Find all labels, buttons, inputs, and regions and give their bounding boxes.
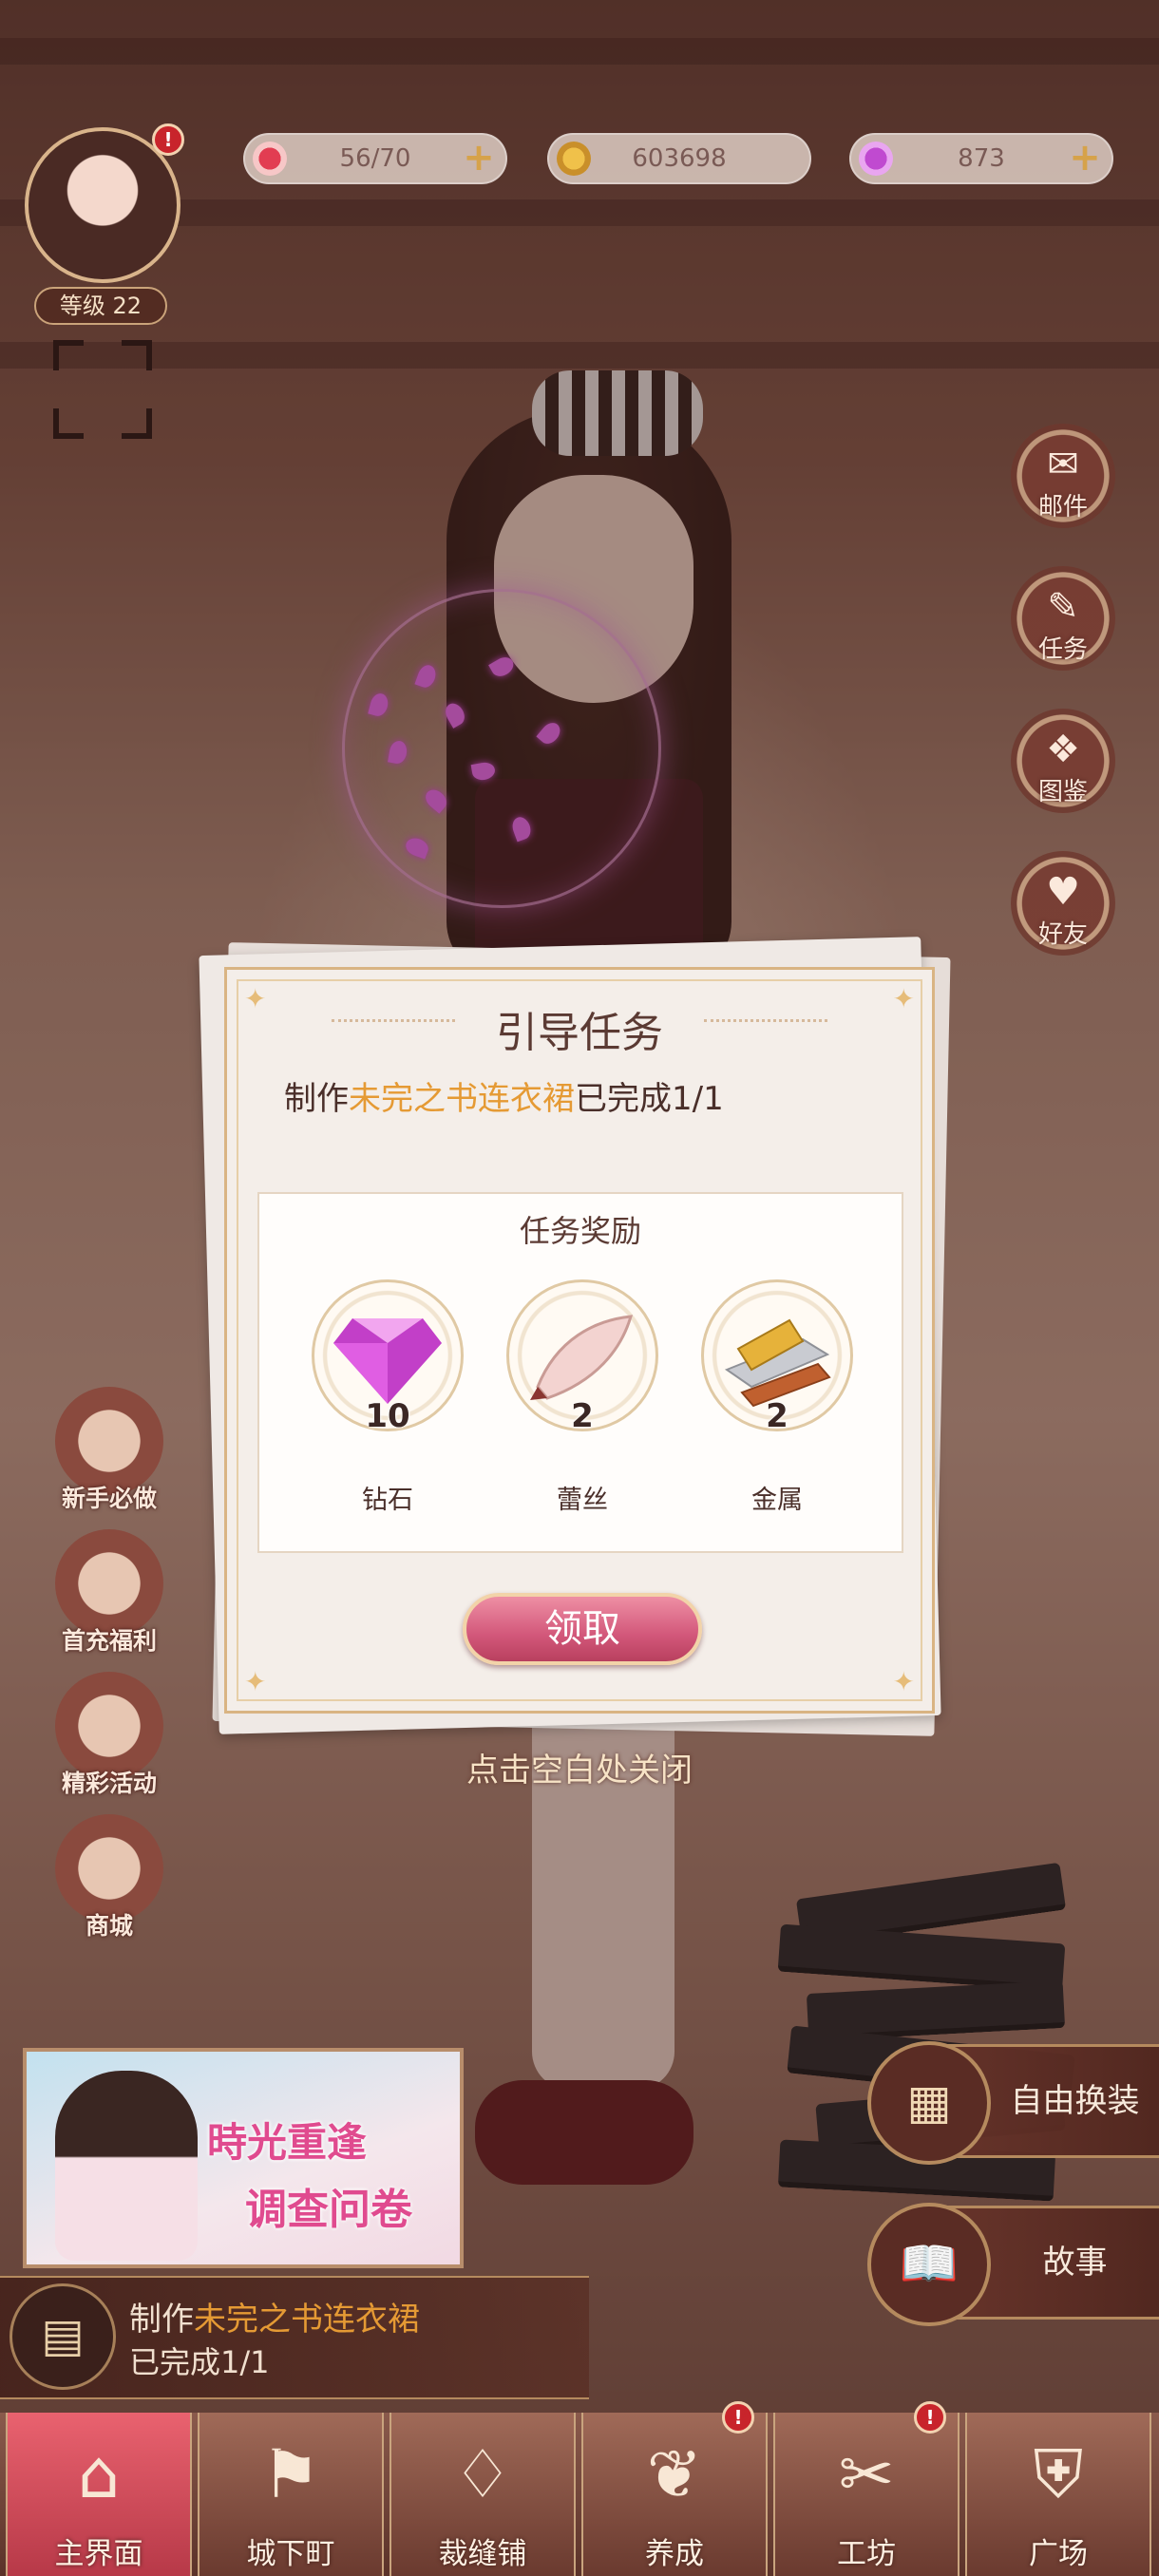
heart-icon (253, 142, 287, 176)
reward-panel: 任务奖励 10 钻石 2 蕾丝 2 金属 (257, 1192, 903, 1553)
reward-item-lace[interactable]: 2 蕾丝 (502, 1279, 663, 1517)
stamina-value: 56/70 (339, 144, 411, 173)
shop-icon (55, 1814, 163, 1923)
stamina-counter[interactable]: 56/70 + (243, 133, 507, 184)
task-item-name: 未完之书连衣裙 (349, 1080, 575, 1118)
beginner-icon (55, 1387, 163, 1495)
gold-counter[interactable]: 603698 (547, 133, 811, 184)
plaza-icon: ⛨ (1033, 2435, 1084, 2513)
growth-icon: ❦ (646, 2435, 703, 2513)
task-book-icon: ▤ (10, 2283, 116, 2390)
nav-plaza-label: 广场 (1029, 2537, 1088, 2571)
home-icon: ⌂ (77, 2435, 121, 2513)
mail-label: 邮件 (1037, 493, 1088, 521)
close-hint[interactable]: 点击空白处关闭 (0, 1744, 1159, 1790)
dialog-title: 引导任务 (496, 1009, 663, 1057)
reward-name: 蕾丝 (557, 1486, 608, 1515)
scan-frame-icon[interactable] (53, 340, 152, 439)
task-bar-title: 制作未完之书连衣裙 (129, 2293, 420, 2339)
banner-subtitle: 调查问卷 (245, 2186, 412, 2234)
nav-workshop[interactable]: ✂ 工坊 (773, 2413, 960, 2576)
shop-button[interactable]: 商城 (48, 1814, 171, 1940)
first-charge-icon (55, 1529, 163, 1638)
reward-count: 2 (571, 1397, 594, 1435)
free-dressup-label: 自由换装 (1010, 2082, 1140, 2120)
task-bar-prefix: 制作 (129, 2301, 194, 2339)
nav-growth-label: 养成 (645, 2537, 704, 2571)
add-stamina-button[interactable]: + (462, 139, 496, 177)
current-task-bar[interactable]: ▤ 制作未完之书连衣裙 已完成1/1 (0, 2276, 589, 2399)
nav-town-label: 城下町 (246, 2537, 335, 2571)
player-level: 等级 22 (34, 287, 167, 325)
story-label: 故事 (1042, 2244, 1108, 2282)
collection-button[interactable]: ❖ 图鉴 (1011, 709, 1115, 813)
reward-count: 2 (766, 1397, 788, 1435)
task-description: 制作未完之书连衣裙已完成1/1 (284, 1072, 724, 1119)
mail-button[interactable]: ✉ 邮件 (1011, 424, 1115, 528)
task-label: 任务 (1037, 635, 1088, 664)
nav-growth[interactable]: ❦ 养成 (581, 2413, 768, 2576)
friends-button[interactable]: ♥ 好友 (1011, 851, 1115, 956)
nav-growth-alert: ! (722, 2401, 754, 2434)
coin-icon (557, 142, 591, 176)
reward-title: 任务奖励 (519, 1213, 641, 1249)
task-icon: ✎ (1047, 585, 1079, 629)
first-charge-label: 首充福利 (61, 1627, 157, 1655)
claim-button[interactable]: 领取 (463, 1593, 702, 1665)
task-prefix: 制作 (284, 1080, 349, 1118)
mail-icon: ✉ (1047, 443, 1079, 486)
corner-star-icon: ✦ (892, 1666, 915, 1697)
diamond-counter[interactable]: 873 + (849, 133, 1113, 184)
guide-task-dialog[interactable]: ✦ ✦ ✦ ✦ 引导任务 制作未完之书连衣裙已完成1/1 任务奖励 10 钻石 (224, 967, 935, 1714)
gem-icon (859, 142, 893, 176)
town-flag-icon: ⚑ (260, 2435, 321, 2513)
workshop-icon: ✂ (838, 2435, 895, 2513)
story-button[interactable]: 📖 故事 (867, 2203, 1159, 2326)
dresser-icon: ▦ (867, 2041, 991, 2165)
survey-banner[interactable]: 時光重逢 调查问卷 (23, 2048, 464, 2268)
beginner-label: 新手必做 (61, 1485, 157, 1512)
bottom-nav: ⌂ 主界面 ⚑ 城下町 ♢ 裁缝铺 ❦ 养成 ✂ 工坊 ⛨ 广场 (0, 2413, 1159, 2576)
nav-tailor[interactable]: ♢ 裁缝铺 (390, 2413, 576, 2576)
reward-name: 金属 (751, 1486, 803, 1515)
reward-name: 钻石 (362, 1486, 413, 1515)
diamond-value: 873 (958, 144, 1005, 173)
nav-town[interactable]: ⚑ 城下町 (198, 2413, 384, 2576)
task-bar-progress: 已完成1/1 (129, 2344, 270, 2380)
nav-workshop-label: 工坊 (837, 2537, 896, 2571)
friends-icon: ♥ (1046, 870, 1080, 914)
banner-title: 時光重逢 (207, 2119, 368, 2166)
story-book-icon: 📖 (867, 2203, 991, 2326)
beginner-button[interactable]: 新手必做 (48, 1387, 171, 1512)
corner-star-icon: ✦ (244, 1666, 267, 1697)
banner-character (55, 2071, 198, 2261)
friends-label: 好友 (1037, 920, 1088, 949)
nav-home-label: 主界面 (54, 2537, 143, 2571)
add-diamonds-button[interactable]: + (1068, 139, 1102, 177)
nav-workshop-alert: ! (914, 2401, 946, 2434)
avatar-alert-badge: ! (152, 123, 184, 156)
reward-count: 10 (365, 1397, 410, 1435)
shop-label: 商城 (85, 1912, 133, 1940)
dress-icon: ♢ (452, 2435, 513, 2513)
nav-home[interactable]: ⌂ 主界面 (6, 2413, 192, 2576)
reward-item-diamond[interactable]: 10 钻石 (307, 1279, 468, 1517)
gold-value: 603698 (632, 144, 727, 173)
task-progress: 已完成1/1 (575, 1080, 724, 1118)
nav-tailor-label: 裁缝铺 (438, 2537, 527, 2571)
task-button[interactable]: ✎ 任务 (1011, 566, 1115, 671)
nav-plaza[interactable]: ⛨ 广场 (965, 2413, 1151, 2576)
collection-icon: ❖ (1046, 728, 1080, 771)
first-charge-button[interactable]: 首充福利 (48, 1529, 171, 1655)
task-bar-item: 未完之书连衣裙 (194, 2301, 420, 2339)
reward-item-metal[interactable]: 2 金属 (696, 1279, 858, 1517)
collection-label: 图鉴 (1037, 778, 1088, 806)
free-dressup-button[interactable]: ▦ 自由换装 (867, 2041, 1159, 2165)
